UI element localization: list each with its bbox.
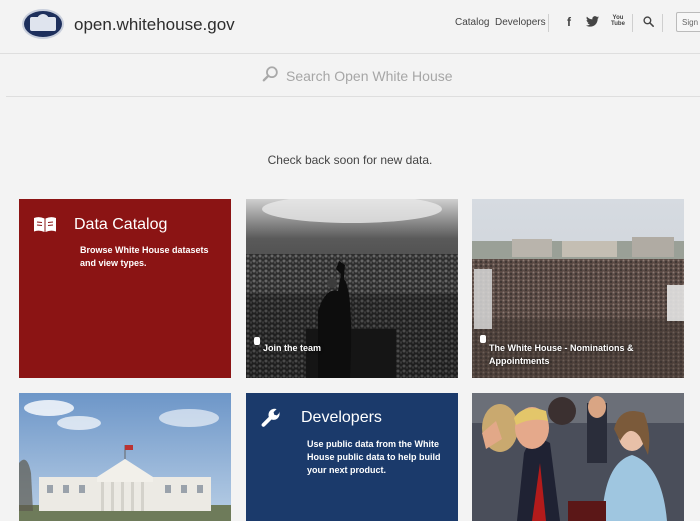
- nav-divider: [548, 14, 549, 32]
- dataset-icon: [254, 337, 260, 345]
- search-icon: [262, 66, 278, 82]
- nominations-appointments-caption: The White House - Nominations & Appointm…: [489, 343, 634, 366]
- sign-in-button[interactable]: Sign In: [676, 12, 700, 32]
- inauguration-photo-tile[interactable]: [472, 393, 684, 521]
- data-catalog-tile[interactable]: Data Catalog Browse White House datasets…: [19, 199, 231, 378]
- nominations-appointments-tile[interactable]: The White House - Nominations & Appointm…: [472, 199, 684, 378]
- nav-developers-link[interactable]: Developers: [495, 17, 546, 28]
- join-the-team-caption: Join the team: [263, 343, 322, 353]
- site-name[interactable]: open.whitehouse.gov: [74, 15, 235, 35]
- facebook-icon[interactable]: f: [564, 15, 574, 29]
- developers-tile[interactable]: Developers Use public data from the Whit…: [246, 393, 458, 521]
- search-bar: [262, 64, 522, 88]
- notice-text: Check back soon for new data.: [267, 153, 433, 167]
- twitter-icon[interactable]: [586, 16, 599, 27]
- nav-divider: [632, 14, 633, 32]
- nav-catalog-link[interactable]: Catalog: [455, 17, 489, 28]
- white-house-seal-logo[interactable]: [22, 9, 64, 39]
- developers-description: Use public data from the White House pub…: [307, 439, 441, 475]
- dataset-icon: [480, 335, 486, 343]
- search-divider: [6, 96, 700, 97]
- white-house-photo-tile[interactable]: [19, 393, 231, 521]
- youtube-icon[interactable]: You Tube: [611, 15, 625, 27]
- search-icon[interactable]: [643, 16, 654, 27]
- wrench-icon: [261, 408, 280, 427]
- search-input[interactable]: [284, 64, 518, 88]
- data-catalog-description: Browse White House datasets and view typ…: [80, 245, 209, 268]
- data-catalog-title: Data Catalog: [74, 216, 168, 233]
- developers-title: Developers: [301, 409, 382, 426]
- nav-divider: [662, 14, 663, 32]
- header-divider: [0, 53, 700, 54]
- white-house-photo: [19, 393, 231, 521]
- book-icon: [34, 217, 56, 232]
- join-the-team-tile[interactable]: Join the team: [246, 199, 458, 378]
- site-header: open.whitehouse.gov Catalog Developers f…: [0, 0, 700, 52]
- inauguration-photo: [472, 393, 684, 521]
